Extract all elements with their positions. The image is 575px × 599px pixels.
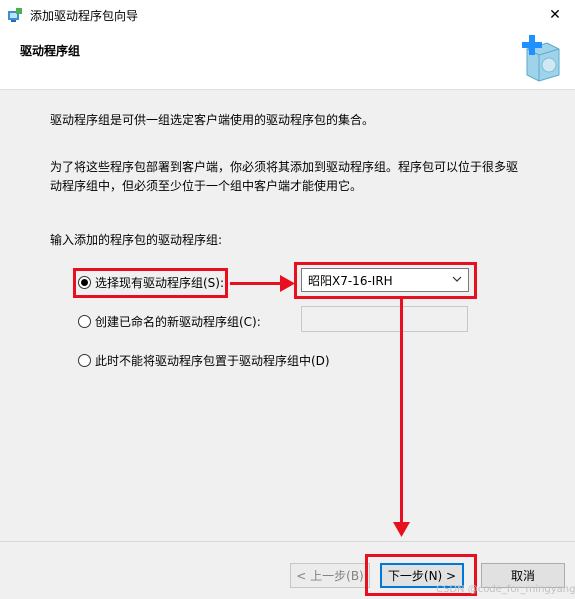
back-button[interactable]: < 上一步(B) bbox=[290, 563, 370, 588]
note-text-line1: 为了将这些程序包部署到客户端，你必须将其添加到驱动程序组。程序包可以位于很多驱 bbox=[50, 160, 519, 174]
new-group-label: 创建已命名的新驱动程序组(C): bbox=[95, 315, 261, 329]
note-text-line2: 动程序组中，但必须至少位于一个组中客户端才能使用它。 bbox=[50, 179, 363, 193]
close-button[interactable]: ✕ bbox=[535, 0, 575, 30]
no-group-label: 此时不能将驱动程序包置于驱动程序组中(D) bbox=[95, 354, 330, 368]
new-group-name-input bbox=[301, 306, 468, 332]
window-title: 添加驱动程序包向导 bbox=[30, 9, 139, 23]
watermark-text: CSDN @code_for_mingyang bbox=[436, 584, 575, 595]
annotation-arrow-line-horizontal bbox=[230, 282, 284, 285]
add-driver-package-icon bbox=[522, 35, 560, 82]
arrow-down-icon bbox=[393, 522, 410, 537]
driver-group-prompt: 输入添加的程序包的驱动程序组: bbox=[50, 233, 223, 247]
page-title: 驱动程序组 bbox=[20, 44, 81, 58]
no-group-option[interactable]: 此时不能将驱动程序包置于驱动程序组中(D) bbox=[78, 352, 330, 369]
window-titlebar: 添加驱动程序包向导 ✕ bbox=[0, 0, 575, 30]
close-icon: ✕ bbox=[549, 7, 561, 23]
annotation-box-existing-option bbox=[73, 268, 228, 298]
annotation-box-select bbox=[294, 262, 477, 299]
no-group-radio[interactable] bbox=[78, 354, 91, 367]
new-group-radio[interactable] bbox=[78, 315, 91, 328]
arrow-right-icon bbox=[280, 275, 295, 292]
annotation-arrow-line-vertical bbox=[400, 299, 403, 525]
wizard-header: 驱动程序组 bbox=[0, 30, 575, 90]
new-group-option[interactable]: 创建已命名的新驱动程序组(C): bbox=[78, 313, 261, 330]
footer-divider bbox=[0, 541, 575, 542]
description-text: 驱动程序组是可供一组选定客户端使用的驱动程序包的集合。 bbox=[50, 113, 375, 127]
driver-wizard-icon bbox=[8, 8, 22, 22]
